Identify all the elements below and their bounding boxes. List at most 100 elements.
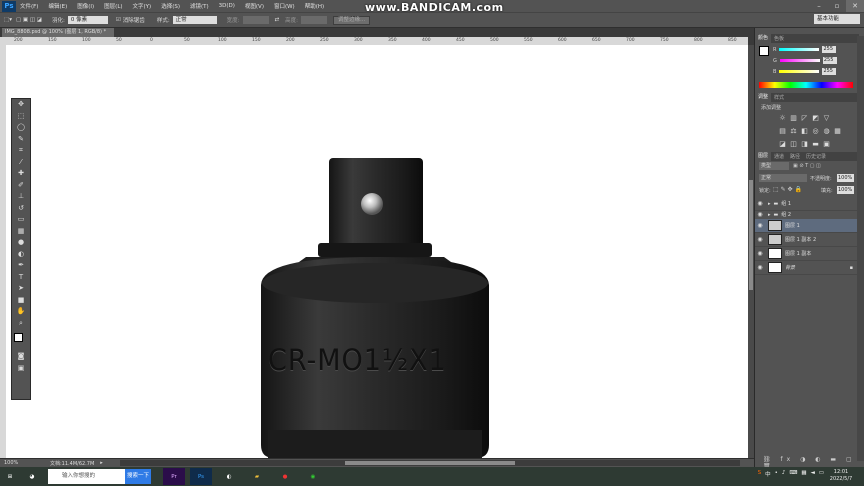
tab-color[interactable]: 颜色 [755,34,772,43]
eraser-icon[interactable]: ▭ [12,214,30,226]
bw-icon[interactable]: ◧ [799,127,810,140]
color-spectrum[interactable] [759,82,853,88]
close-icon[interactable]: ✕ [846,0,864,12]
marquee-icon[interactable]: ⬚ [12,111,30,123]
menu-window[interactable]: 窗口(W) [274,2,295,10]
menu-help[interactable]: 帮助(H) [305,2,324,10]
menu-type[interactable]: 文字(Y) [133,2,152,10]
eyedropper-icon[interactable]: ⁄ [12,157,30,169]
search-button[interactable]: 搜索一下 [125,469,151,484]
blend-mode-select[interactable]: 正常 [759,174,807,182]
menu-edit[interactable]: 编辑(E) [48,2,67,10]
tab-paths[interactable]: 路径 [787,153,803,160]
browser-icon[interactable]: ◕ [20,468,44,485]
layer-item-1[interactable]: ◉ 图层 1 [755,219,857,233]
menu-3d[interactable]: 3D(D) [219,3,235,9]
network-icon[interactable]: ▭ [819,470,824,478]
levels-icon[interactable]: ▥ [788,114,799,127]
menu-file[interactable]: 文件(F) [20,2,38,10]
edge-icon[interactable]: ◐ [218,468,240,485]
color-swatches[interactable] [14,333,28,347]
gradient-icon[interactable]: ▦ [12,226,30,238]
tab-swatches[interactable]: 色板 [771,35,787,42]
premiere-icon[interactable]: Pr [163,468,185,485]
selection-mode-icons[interactable]: ▢ ▣ ◫ ◪ [16,15,42,25]
layer-background[interactable]: ◉ 背景 ▪ [755,261,857,275]
quick-select-icon[interactable]: ✎ [12,134,30,146]
menu-view[interactable]: 视图(V) [245,2,264,10]
visibility-eye-icon[interactable]: ◉ [755,236,765,243]
screen-mode-icon[interactable]: ▣ [12,363,30,375]
menu-image[interactable]: 图像(I) [77,2,94,10]
punct-icon[interactable]: • [775,470,778,478]
quick-mask-icon[interactable]: ◙ [12,351,30,363]
search-input[interactable]: 输入你想搜的 [48,469,125,484]
height-input[interactable] [301,16,327,24]
bandicam-icon[interactable]: ● [274,468,296,485]
blur-icon[interactable]: ● [12,237,30,249]
tab-styles[interactable]: 样式 [771,94,787,101]
type-icon[interactable]: T [12,272,30,284]
curves-icon[interactable]: ◸ [799,114,810,127]
horizontal-scrollbar[interactable] [120,460,740,466]
tab-layers[interactable]: 图层 [755,152,772,161]
swap-icon[interactable]: ⇄ [275,17,280,23]
blue-value[interactable]: 255 [822,68,837,75]
photo-filter-icon[interactable]: ◎ [810,127,821,140]
lookup-icon[interactable]: ▦ [832,127,843,140]
balance-icon[interactable]: ⚖ [788,127,799,140]
visibility-eye-icon[interactable]: ◉ [755,222,765,229]
refine-edge-button[interactable]: 调整边缘... [333,15,371,25]
visibility-eye-icon[interactable]: ◉ [755,211,765,218]
visibility-eye-icon[interactable]: ◉ [755,200,765,207]
menu-select[interactable]: 选择(S) [161,2,180,10]
mixer-icon[interactable]: ◍ [821,127,832,140]
explorer-icon[interactable]: ▰ [246,468,268,485]
antialias-checkbox-icon[interactable]: ☑ [116,17,121,23]
wechat-icon[interactable]: ◉ [302,468,324,485]
exposure-icon[interactable]: ◩ [810,114,821,127]
move-icon[interactable]: ✥ [12,99,30,111]
stamp-icon[interactable]: ⊥ [12,191,30,203]
vibrance-icon[interactable]: ▽ [821,114,832,127]
feather-input[interactable]: 0 像素 [67,16,108,24]
pen-icon[interactable]: ✒ [12,260,30,272]
zoom-level[interactable]: 100% [4,460,26,466]
status-arrow-icon[interactable]: ▸ [100,460,103,466]
dodge-icon[interactable]: ◐ [12,249,30,261]
brush-icon[interactable]: ✐ [12,180,30,192]
hand-icon[interactable]: ✋ [12,306,30,318]
menu-filter[interactable]: 滤镜(T) [190,2,209,10]
tab-channels[interactable]: 通道 [771,153,787,160]
skin-icon[interactable]: ▦ [801,470,806,478]
document-tab[interactable]: IMG_8808.psd @ 100% (图层 1, RGB/8) * [2,28,114,37]
fill-input[interactable]: 100% [837,186,854,194]
expand-arrow-icon[interactable]: ▸ [768,201,771,207]
zoom-icon[interactable]: ⌕ [12,318,30,330]
marquee-preset-icon[interactable]: ⬚▾ [4,15,12,25]
layer-filter-select[interactable]: 类型 [759,162,789,170]
opacity-input[interactable]: 100% [837,174,854,182]
brightness-icon[interactable]: ☼ [777,114,788,127]
volume-icon[interactable]: ◄ [811,470,815,478]
style-select[interactable]: 正常 [172,16,217,24]
lock-icons[interactable]: ⬚ ✎ ✥ 🔒 [773,186,802,193]
workspace-select[interactable]: 基本功能 [814,14,860,24]
minimize-icon[interactable]: – [810,0,828,12]
mic-icon[interactable]: ♪ [782,470,786,478]
taskbar-clock[interactable]: 12:01 2022/5/7 [826,469,856,483]
hue-icon[interactable]: ▤ [777,127,788,140]
history-brush-icon[interactable]: ↺ [12,203,30,215]
lasso-icon[interactable]: ◯ [12,122,30,134]
document-canvas[interactable]: CR-MO1½X1 [6,45,748,458]
expand-arrow-icon[interactable]: ▸ [768,212,771,218]
tab-history[interactable]: 历史记录 [803,153,829,160]
layer-item-copy-2[interactable]: ◉ 图层 1 副本 2 [755,233,857,247]
crop-icon[interactable]: ⌗ [12,145,30,157]
visibility-eye-icon[interactable]: ◉ [755,264,765,271]
visibility-eye-icon[interactable]: ◉ [755,250,765,257]
tab-adjustments[interactable]: 调整 [755,93,772,102]
layer-filter-icons[interactable]: ▣ ⊘ T ▢ ◫ [793,163,821,169]
layer-item-copy[interactable]: ◉ 图层 1 副本 [755,247,857,261]
photoshop-taskbar-icon[interactable]: Ps [190,468,212,485]
